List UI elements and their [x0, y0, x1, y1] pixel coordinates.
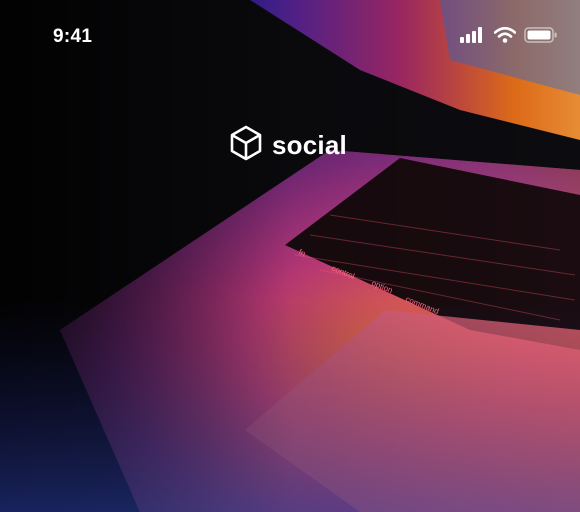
cube-logo-icon [229, 125, 263, 166]
battery-icon [524, 27, 558, 48]
background-photo: fn control option command [0, 0, 580, 512]
status-bar: 9:41 [0, 0, 580, 76]
brand-name: social [272, 130, 347, 160]
brand-logo: social [229, 125, 347, 166]
wifi-icon [493, 26, 517, 48]
status-time: 9:41 [53, 26, 93, 47]
status-icons [460, 26, 558, 48]
signal-icon [460, 27, 486, 48]
splash-screen: fn control option command 9:41 social [0, 0, 580, 512]
